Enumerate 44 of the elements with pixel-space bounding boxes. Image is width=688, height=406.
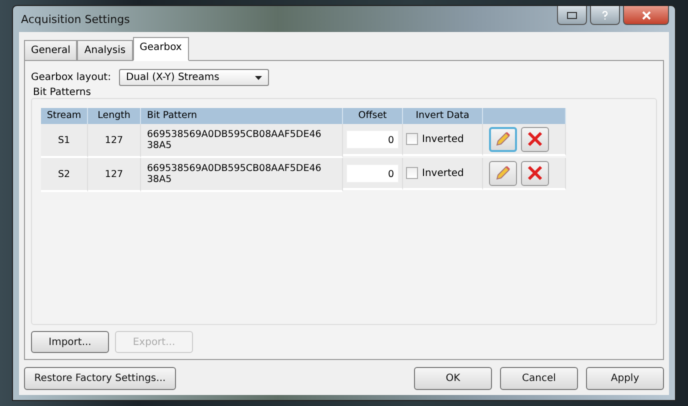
close-icon: [642, 10, 650, 20]
restore-defaults-button[interactable]: Restore Factory Settings...: [24, 367, 176, 390]
pencil-icon: [495, 131, 511, 147]
dialog-button[interactable]: OK: [414, 367, 492, 390]
help-button[interactable]: [590, 6, 620, 25]
layout-dropdown[interactable]: Dual (X-Y) Streams: [118, 69, 269, 86]
table-cell: S1: [41, 124, 88, 158]
window-icon: [567, 12, 577, 18]
column-header: Stream: [41, 108, 88, 124]
close-icon: [527, 131, 543, 147]
checkbox-label: Inverted: [422, 168, 464, 178]
field-label: Gearbox layout:: [31, 72, 111, 83]
dialog-button[interactable]: Apply: [586, 367, 664, 390]
import-button[interactable]: Import...: [31, 331, 109, 353]
column-header: Offset: [343, 108, 403, 124]
column-header: Bit Pattern: [141, 108, 343, 124]
checkbox[interactable]: [406, 167, 418, 179]
checkbox-label: Inverted: [422, 134, 464, 144]
offset-field[interactable]: 0: [346, 164, 399, 182]
delete-button[interactable]: [521, 160, 549, 186]
tab[interactable]: General: [24, 40, 78, 60]
edit-button[interactable]: [489, 160, 517, 186]
close-icon: [527, 165, 543, 181]
dialog-button[interactable]: Cancel: [500, 367, 578, 390]
table-cell: 127: [88, 124, 141, 158]
restore-button[interactable]: [557, 6, 587, 25]
help-icon: [602, 10, 608, 20]
table-cell: 669538569A0DB595CB08AAF5DE46 38A5: [141, 124, 343, 158]
tab[interactable]: Analysis: [77, 40, 133, 60]
close-button[interactable]: [623, 6, 669, 25]
table-cell: 127: [88, 158, 141, 192]
delete-button[interactable]: [521, 126, 549, 152]
pencil-icon: [495, 165, 511, 181]
window-title: Acquisition Settings: [20, 12, 130, 26]
caret-icon: [254, 76, 262, 80]
tab[interactable]: Gearbox: [132, 37, 189, 61]
group-title: Bit Patterns: [33, 87, 92, 98]
column-header: Length: [88, 108, 141, 124]
checkbox[interactable]: [406, 133, 418, 145]
column-header: Invert Data: [403, 108, 483, 124]
offset-field[interactable]: 0: [346, 130, 399, 148]
edit-button[interactable]: [489, 126, 517, 152]
table-cell: S2: [41, 158, 88, 192]
table-cell: 669538569A0DB595CB08AAF5DE46 38A5: [141, 158, 343, 192]
